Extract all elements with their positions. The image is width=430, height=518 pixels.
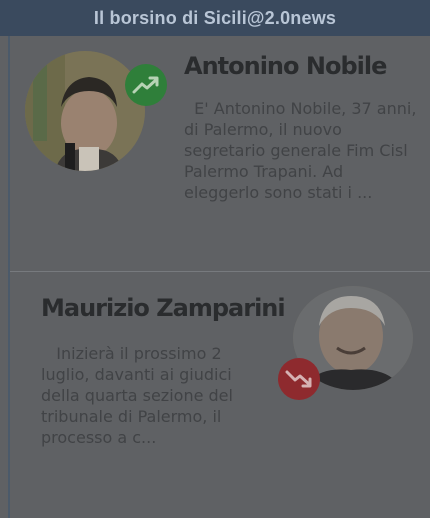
trend-up-icon bbox=[132, 76, 159, 94]
excerpt-text: E' Antonino Nobile, 37 anni, di Palermo,… bbox=[184, 99, 417, 202]
trend-up-badge bbox=[125, 64, 167, 106]
trend-down-icon bbox=[285, 370, 312, 388]
borsino-card-2[interactable]: Maurizio Zamparini Inizierà il prossimo … bbox=[10, 272, 430, 518]
trend-down-badge bbox=[278, 358, 320, 400]
person-name[interactable]: Antonino Nobile bbox=[184, 52, 387, 80]
widget-title: Il borsino di Sicili@2.0news bbox=[93, 7, 337, 28]
excerpt-text: Inizierà il prossimo 2 luglio, davanti a… bbox=[41, 344, 233, 447]
person-name[interactable]: Maurizio Zamparini bbox=[41, 294, 286, 322]
avatar-antonino-nobile[interactable] bbox=[25, 51, 145, 171]
borsino-card-1[interactable]: Antonino Nobile E' Antonino Nobile, 37 a… bbox=[10, 36, 430, 271]
widget-header: Il borsino di Sicili@2.0news bbox=[0, 0, 430, 36]
